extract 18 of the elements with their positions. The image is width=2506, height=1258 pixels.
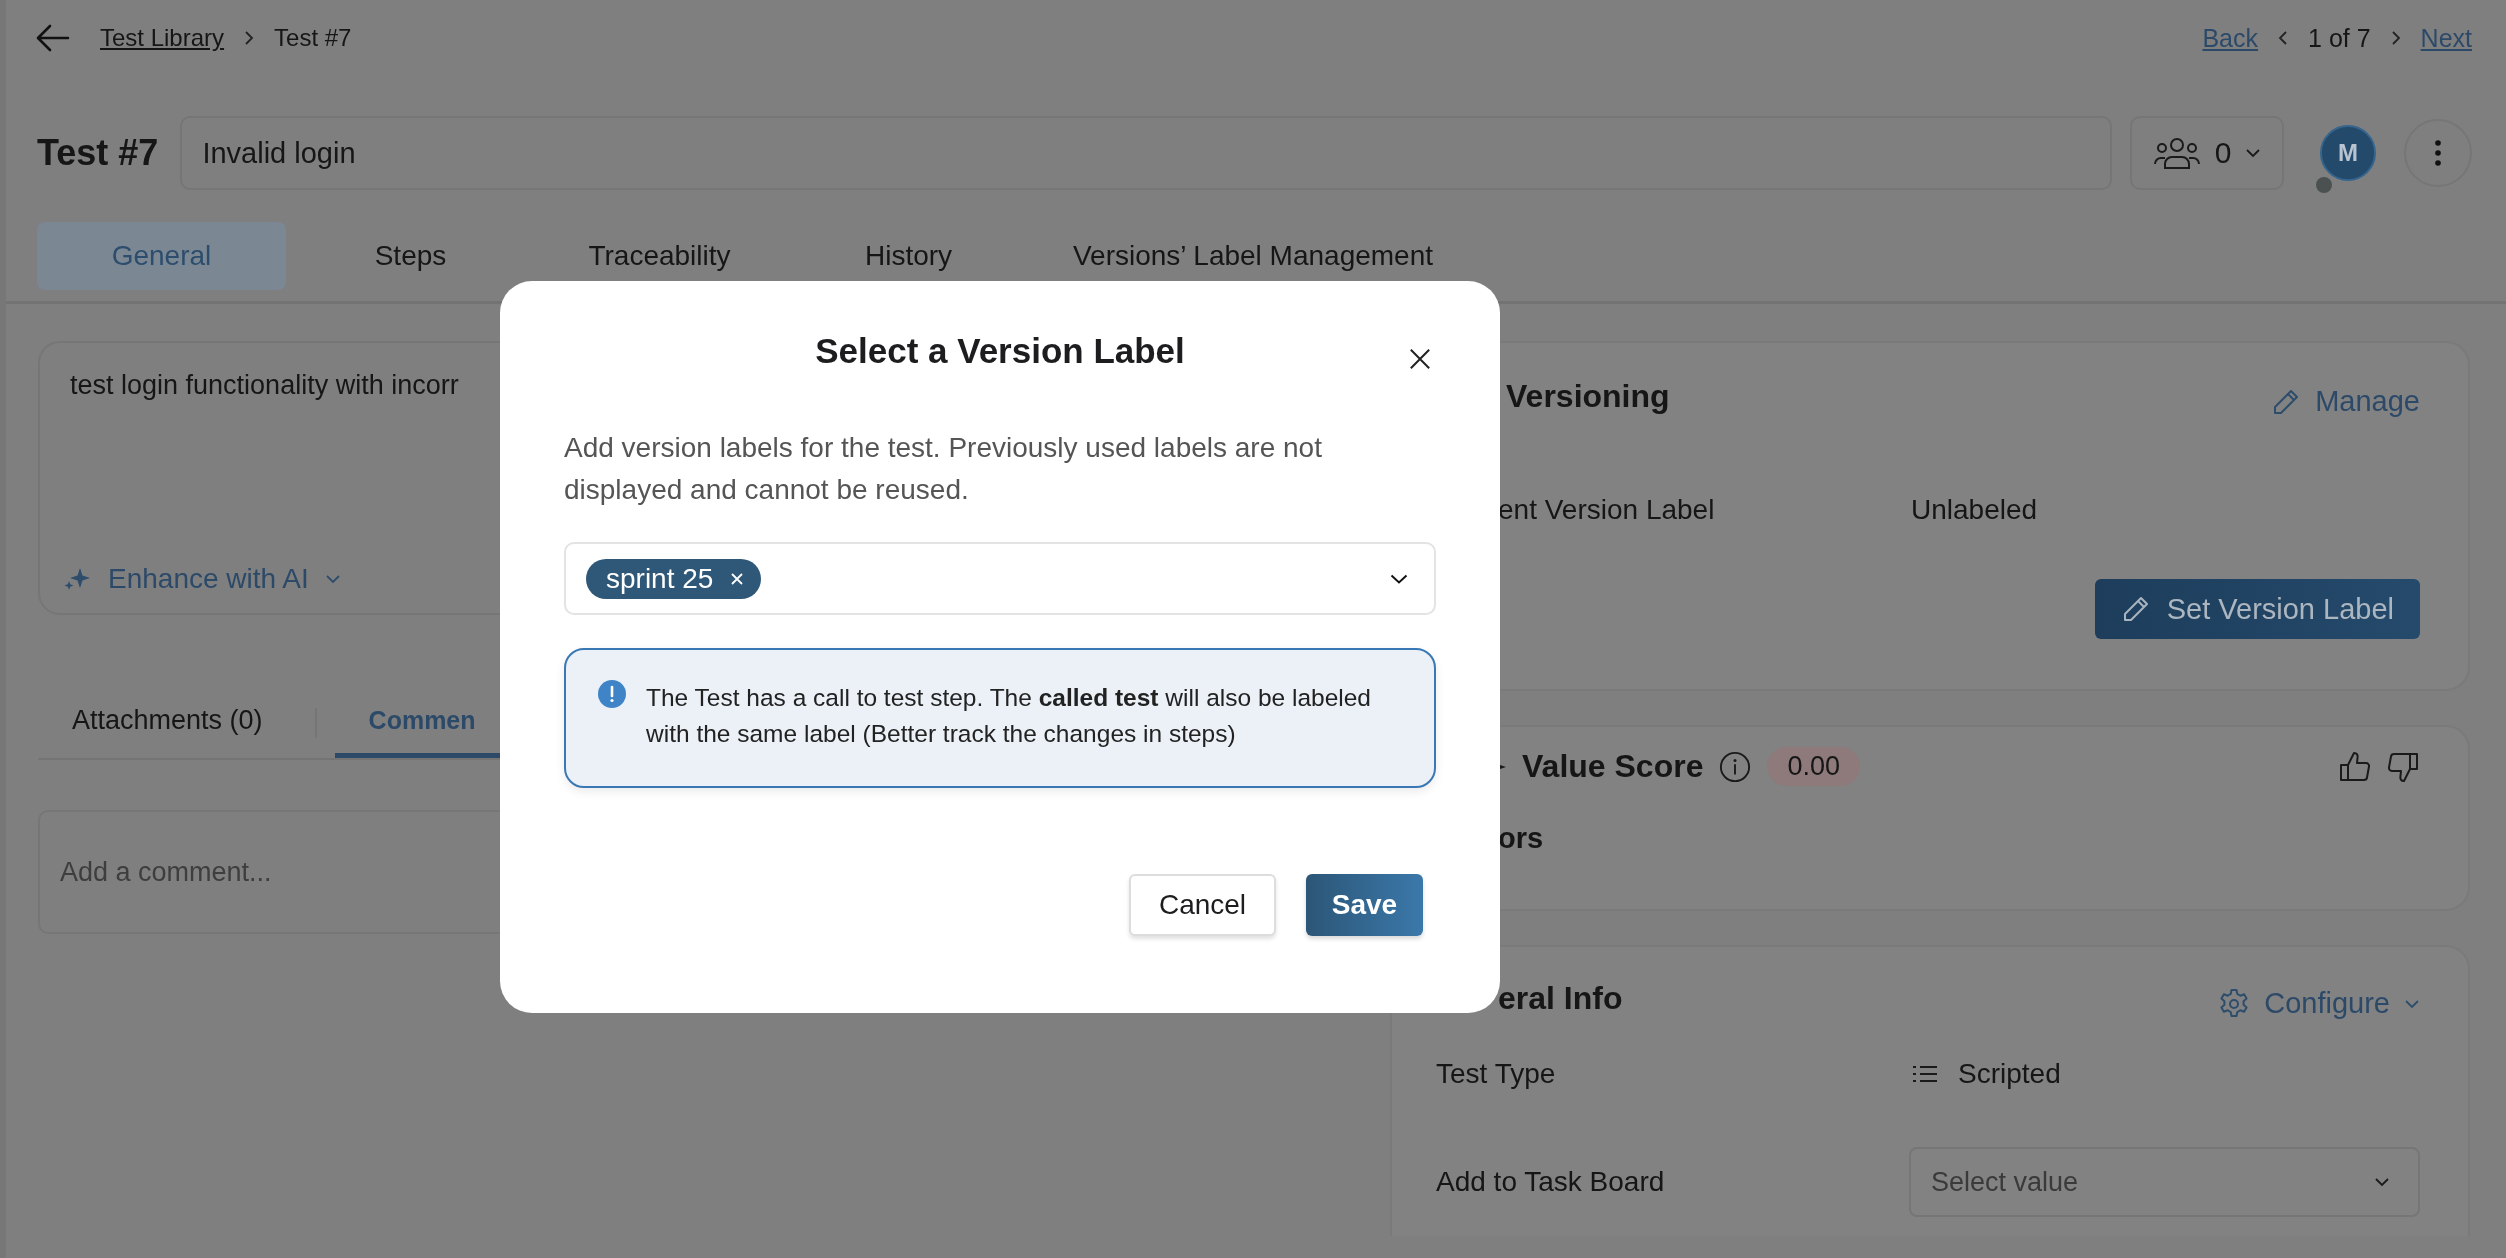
card-title: eral Info <box>1498 980 1623 1017</box>
field-label: Test Type <box>1436 1058 1557 1090</box>
test-id: Test #7 <box>37 132 159 174</box>
field-value: Scripted <box>1958 1058 2061 1090</box>
label-chip: sprint 25 <box>586 558 762 599</box>
field-label: ent Version Label <box>1498 494 1716 526</box>
score-badge: 0.00 <box>1767 747 1860 786</box>
alert-text: The Test has a call to test step. The called test will also be labeled with the same label (Better track the changes in steps) <box>646 683 1372 749</box>
description-text: test login functionality with incorr <box>70 370 459 401</box>
card-title: Value Score <box>1522 748 1704 785</box>
card-title: Versioning <box>1506 378 1670 415</box>
card-subtitle: ors <box>1498 822 1545 855</box>
breadcrumb-current: Test #7 <box>274 24 352 52</box>
dialog-title: Select a Version Label <box>815 331 1185 371</box>
page-position: 1 of 7 <box>2308 23 2371 53</box>
field-label: Add to Task Board <box>1436 1166 1666 1198</box>
dialog-description: Add version labels for the test. Previously used labels are not displayed and cannot be reused. <box>564 431 1323 507</box>
field-value: Unlabeled <box>1911 494 2038 526</box>
